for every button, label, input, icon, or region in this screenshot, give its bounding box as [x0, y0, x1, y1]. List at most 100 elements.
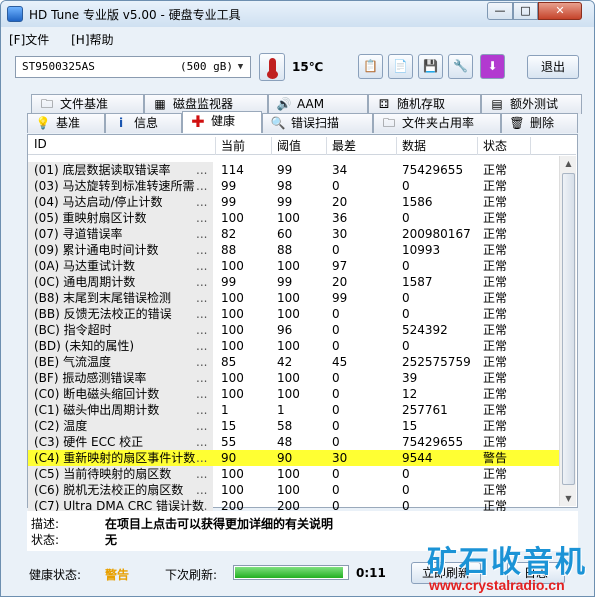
tab-extra-tests[interactable]: ▤ 额外测试: [481, 94, 582, 114]
menu-help[interactable]: [H]帮助: [71, 33, 113, 47]
menu-file[interactable]: [F]文件: [9, 33, 49, 47]
chevron-down-icon[interactable]: ▼: [233, 59, 248, 75]
data-value: 0: [402, 179, 410, 193]
status-value: 警告: [483, 451, 508, 465]
table-row[interactable]: (BD) (未知的属性)... 100 100 0 0 正常: [28, 338, 560, 354]
col-current[interactable]: 当前: [221, 137, 245, 154]
data-value: 15: [402, 419, 418, 433]
table-row[interactable]: (01) 底层数据读取错误率... 114 99 34 75429655 正常: [28, 162, 560, 178]
vertical-scrollbar[interactable]: ▲ ▼: [559, 156, 576, 506]
tab-error-scan[interactable]: 🔍 错误扫描: [262, 113, 373, 133]
tab-erase[interactable]: 🗑 删除: [501, 113, 578, 133]
table-row[interactable]: (BF) 振动感测错误率... 100 100 0 39 正常: [28, 370, 560, 386]
status-value: 正常: [483, 163, 508, 177]
tab-benchmark[interactable]: 💡 基准: [27, 113, 105, 133]
col-worst[interactable]: 最差: [332, 137, 356, 154]
close-button[interactable]: ✕: [538, 2, 582, 20]
threshold-value: 58: [277, 419, 293, 433]
current-value: 100: [221, 483, 244, 497]
smart-attribute-id: (03) 马达旋转到标准转速所需: [34, 179, 195, 193]
col-status[interactable]: 状态: [483, 137, 507, 154]
scroll-thumb[interactable]: [562, 173, 575, 485]
save-icon[interactable]: 💾: [418, 54, 443, 79]
health-label: 健康状态:: [29, 568, 82, 582]
bar-chart-icon: ▦: [154, 97, 166, 111]
table-row[interactable]: (B8) 末尾到末尾错误检测... 100 100 99 0 正常: [28, 290, 560, 306]
table-row[interactable]: (C5) 当前待映射的扇区数... 100 100 0 0 正常: [28, 466, 560, 482]
worst-value: 45: [332, 355, 348, 369]
table-row[interactable]: (0C) 通电周期计数... 99 99 20 1587 正常: [28, 274, 560, 290]
current-value: 99: [221, 275, 237, 289]
download-icon[interactable]: ⬇: [480, 54, 505, 79]
ellipsis: ...: [196, 323, 208, 337]
window-title: HD Tune 专业版 v5.00 - 硬盘专业工具: [29, 8, 241, 22]
scroll-up-icon[interactable]: ▲: [561, 156, 576, 171]
data-value: 0: [402, 211, 410, 225]
ellipsis: ...: [196, 307, 208, 321]
tab-info[interactable]: i 信息: [105, 113, 182, 133]
table-row[interactable]: (05) 重映射扇区计数... 100 100 36 0 正常: [28, 210, 560, 226]
current-value: 100: [221, 339, 244, 353]
watermark: 矿石收音机 www.crystalradio.cn: [425, 537, 593, 595]
status-value: 正常: [483, 323, 508, 337]
data-value: 12: [402, 387, 418, 401]
toolbar: ST9500325AS (500 gB) ▼ 15℃ 📋 📄 💾 🔧 ⬇ 退出: [9, 53, 587, 83]
current-value: 100: [221, 371, 244, 385]
table-row[interactable]: (04) 马达启动/停止计数... 99 99 20 1586 正常: [28, 194, 560, 210]
tab-folder-usage[interactable]: 🗀 文件夹占用率: [373, 113, 501, 133]
current-value: 100: [221, 291, 244, 305]
col-threshold[interactable]: 阈值: [277, 137, 301, 154]
worst-value: 0: [332, 483, 340, 497]
ellipsis: ...: [196, 275, 208, 289]
status-value: 正常: [483, 371, 508, 385]
ellipsis: ...: [196, 355, 208, 369]
maximize-button[interactable]: □: [513, 2, 538, 20]
tab-file-benchmark[interactable]: 🗀 文件基准: [31, 94, 144, 114]
table-row[interactable]: (09) 累计通电时间计数... 88 88 0 10993 正常: [28, 242, 560, 258]
drive-select[interactable]: ST9500325AS (500 gB) ▼: [15, 56, 251, 78]
smart-attribute-id: (0A) 马达重试计数: [34, 259, 136, 273]
table-row[interactable]: (BE) 气流温度... 85 42 45 252575759 正常: [28, 354, 560, 370]
scroll-down-icon[interactable]: ▼: [561, 491, 576, 506]
tab-health[interactable]: ✚ 健康: [182, 111, 262, 133]
table-row[interactable]: (03) 马达旋转到标准转速所需... 99 98 0 0 正常: [28, 178, 560, 194]
status-value: 正常: [483, 211, 508, 225]
folder-icon: 🗀: [40, 97, 53, 111]
table-row[interactable]: (C2) 温度... 15 58 0 15 正常: [28, 418, 560, 434]
data-value: 9544: [402, 451, 433, 465]
options-icon[interactable]: 🔧: [448, 54, 473, 79]
table-row[interactable]: (C6) 脱机无法校正的扇区数... 100 100 0 0 正常: [28, 482, 560, 498]
data-value: 1587: [402, 275, 433, 289]
minimize-button[interactable]: —: [487, 2, 513, 20]
col-id[interactable]: ID: [34, 137, 47, 151]
copy-text-icon[interactable]: 📋: [358, 54, 383, 79]
data-value: 75429655: [402, 435, 464, 449]
ellipsis: ...: [196, 403, 208, 417]
exit-button[interactable]: 退出: [527, 55, 579, 79]
watermark-url: www.crystalradio.cn: [429, 577, 565, 593]
data-value: 1586: [402, 195, 433, 209]
refresh-countdown: 0:11: [356, 566, 386, 580]
threshold-value: 100: [277, 339, 300, 353]
worst-value: 0: [332, 179, 340, 193]
table-row[interactable]: (C1) 磁头伸出周期计数... 1 1 0 257761 正常: [28, 402, 560, 418]
current-value: 88: [221, 243, 237, 257]
col-data[interactable]: 数据: [402, 137, 426, 154]
tab-random-access[interactable]: ⚃ 随机存取: [368, 94, 481, 114]
table-row[interactable]: (07) 寻道错误率... 82 60 30 200980167 正常: [28, 226, 560, 242]
status-value: 正常: [483, 387, 508, 401]
tab-aam[interactable]: 🔊 AAM: [268, 94, 368, 114]
refresh-progress: [233, 565, 349, 580]
threshold-value: 42: [277, 355, 293, 369]
threshold-value: 90: [277, 451, 293, 465]
table-row[interactable]: (0A) 马达重试计数... 100 100 97 0 正常: [28, 258, 560, 274]
worst-value: 0: [332, 387, 340, 401]
table-row[interactable]: (C4) 重新映射的扇区事件计数... 90 90 30 9544 警告: [28, 450, 560, 466]
table-row[interactable]: (C3) 硬件 ECC 校正... 55 48 0 75429655 正常: [28, 434, 560, 450]
table-row[interactable]: (BB) 反馈无法校正的错误... 100 100 0 0 正常: [28, 306, 560, 322]
table-row[interactable]: (C0) 断电磁头缩回计数... 100 100 0 12 正常: [28, 386, 560, 402]
threshold-value: 100: [277, 211, 300, 225]
table-row[interactable]: (BC) 指令超时... 100 96 0 524392 正常: [28, 322, 560, 338]
copy-screenshot-icon[interactable]: 📄: [388, 54, 413, 79]
data-value: 39: [402, 371, 418, 385]
